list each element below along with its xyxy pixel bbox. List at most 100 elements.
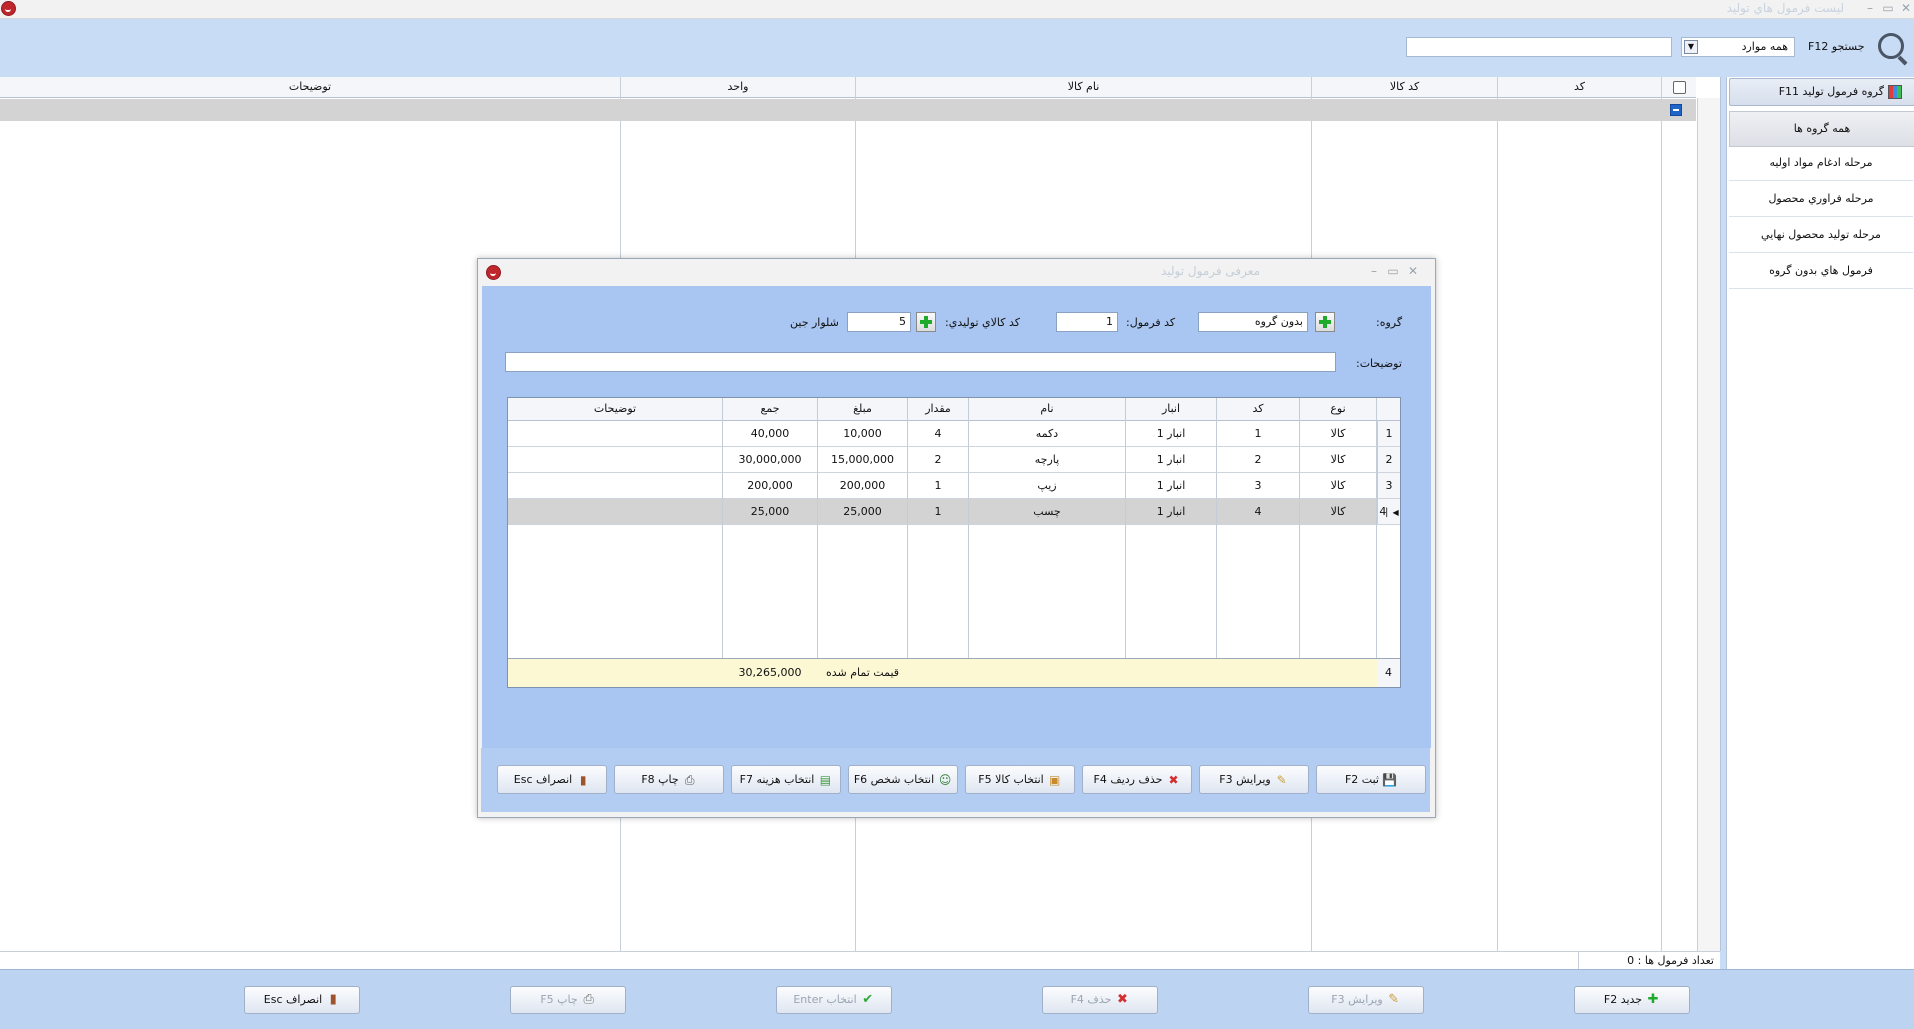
footer-count: 4	[1377, 659, 1400, 687]
column-header-item-name[interactable]: نام کالا	[856, 77, 1311, 98]
status-divider	[1578, 952, 1579, 970]
status-bar: تعداد فرمول ها : 0	[0, 951, 1720, 970]
person-icon: ☺	[938, 773, 952, 787]
dialog-close-icon[interactable]: ✕	[1405, 263, 1421, 279]
footer-total: 30,265,000	[738, 666, 802, 679]
delete-button[interactable]: ✖حذف F4	[1042, 986, 1158, 1014]
maximize-icon[interactable]: ▭	[1880, 0, 1896, 16]
minimize-icon[interactable]: –	[1862, 0, 1878, 16]
formula-items-grid: توضیحات جمع مبلغ مقدار نام انبار کد نوع …	[507, 397, 1401, 688]
add-group-button[interactable]	[1315, 312, 1335, 332]
filter-combo[interactable]: همه موارد ▼	[1681, 37, 1795, 57]
column-divider	[1376, 398, 1377, 687]
filter-row[interactable]	[0, 99, 1696, 121]
printer-icon: ⎙	[583, 992, 594, 1007]
column-divider	[968, 398, 969, 687]
group-header-label: گروه فرمول تولید F11	[1778, 85, 1884, 98]
row-number: 2	[1377, 447, 1400, 472]
grid-icon	[1888, 85, 1902, 99]
close-icon[interactable]: ✕	[1898, 0, 1914, 16]
grid-header-total[interactable]: جمع	[723, 398, 817, 421]
select-cost-button[interactable]: ▤انتخاب هزینه F7	[731, 765, 841, 794]
floppy-icon: 💾	[1382, 773, 1397, 787]
column-divider	[817, 398, 818, 687]
printer-icon: ⎙	[684, 773, 695, 787]
table-row[interactable]: 30,000,000 15,000,000 2 پارچه انبار 1 2 …	[508, 447, 1400, 473]
dialog-logo-icon	[486, 265, 501, 280]
dialog-print-button[interactable]: ⎙چاپ F8	[614, 765, 724, 794]
print-button[interactable]: ⎙چاپ F5	[510, 986, 626, 1014]
grid-header-qty[interactable]: مقدار	[908, 398, 968, 421]
window-title: ليست فرمول هاي توليد	[1726, 1, 1844, 15]
column-divider	[1299, 398, 1300, 687]
select-item-button[interactable]: ▣انتخاب کالا F5	[965, 765, 1075, 794]
product-code-label: کد کالاي توليدي:	[945, 316, 1020, 329]
grid-header-code[interactable]: کد	[1217, 398, 1299, 421]
save-button[interactable]: 💾ثبت F2	[1316, 765, 1426, 794]
formula-code-label: کد فرمول:	[1126, 316, 1176, 329]
column-header-select	[1662, 77, 1696, 98]
row-number: ◀▏4	[1377, 499, 1400, 524]
side-item-final-production[interactable]: مرحله توليد محصول نهايي	[1729, 218, 1913, 253]
dialog-edit-button[interactable]: ✎ویرایش F3	[1199, 765, 1309, 794]
check-icon: ✔	[862, 992, 874, 1007]
row-number: 3	[1377, 473, 1400, 498]
grid-header-price[interactable]: مبلغ	[818, 398, 907, 421]
column-divider	[1497, 77, 1498, 951]
vertical-scrollbar[interactable]	[1697, 98, 1720, 951]
edit-button[interactable]: ✎ویرایش F3	[1308, 986, 1424, 1014]
row-pointer-icon: ◀▏	[1386, 508, 1399, 517]
cancel-button[interactable]: ▮انصراف Esc	[244, 986, 360, 1014]
dialog-minimize-icon[interactable]: –	[1366, 263, 1382, 279]
side-item-raw-merge[interactable]: مرحله ادغام مواد اولیه	[1729, 146, 1913, 181]
dialog-maximize-icon[interactable]: ▭	[1385, 263, 1401, 279]
delete-row-button[interactable]: ✖حذف ردیف F4	[1082, 765, 1192, 794]
side-item-processing[interactable]: مرحله فراوري محصول	[1729, 182, 1913, 217]
formula-code-field[interactable]: 1	[1056, 312, 1118, 332]
column-divider	[1661, 77, 1662, 951]
bottom-toolbar: ✚جدید F2 ✎ویرایش F3 ✖حذف F4 ✔انتخاب Ente…	[0, 969, 1914, 1029]
chevron-down-icon[interactable]: ▼	[1684, 40, 1698, 54]
description-label: توضیحات:	[1356, 357, 1402, 370]
select-button[interactable]: ✔انتخاب Enter	[776, 986, 892, 1014]
grid-header-type[interactable]: نوع	[1300, 398, 1376, 421]
search-icon[interactable]	[1878, 33, 1904, 59]
column-header-unit[interactable]: واحد	[621, 77, 855, 98]
money-icon: ▤	[819, 773, 832, 787]
grid-header-rownum	[1377, 398, 1400, 421]
dialog-cancel-button[interactable]: ▮انصراف Esc	[497, 765, 607, 794]
group-field[interactable]: بدون گروه	[1198, 312, 1308, 332]
grid-header-store[interactable]: انبار	[1126, 398, 1216, 421]
app-logo-icon	[1, 1, 16, 16]
column-header-description[interactable]: توضیحات	[0, 77, 620, 98]
collapse-icon[interactable]	[1670, 104, 1682, 116]
table-row-selected[interactable]: 25,000 25,000 1 چسب انبار 1 4 کالا ◀▏4	[508, 499, 1400, 525]
grid-footer: 30,265,000 قیمت تمام شده 4	[508, 658, 1400, 687]
table-row[interactable]: 200,000 200,000 1 زیپ انبار 1 3 کالا 3	[508, 473, 1400, 499]
grid-header-description[interactable]: توضیحات	[508, 398, 722, 421]
box-icon: ▣	[1049, 773, 1061, 787]
door-exit-icon: ▮	[329, 992, 337, 1007]
product-code-field[interactable]: 5	[847, 312, 911, 332]
side-item-ungrouped[interactable]: فرمول هاي بدون گروه	[1729, 254, 1913, 289]
search-input[interactable]	[1406, 37, 1672, 57]
column-header-item-code[interactable]: کد کالا	[1312, 77, 1497, 98]
select-person-button[interactable]: ☺انتخاب شخص F6	[848, 765, 958, 794]
table-row[interactable]: 40,000 10,000 4 دکمه انبار 1 1 کالا 1	[508, 421, 1400, 447]
search-label: جستجو F12	[1808, 40, 1865, 53]
description-field[interactable]	[505, 352, 1336, 372]
column-header-code[interactable]: کد	[1498, 77, 1661, 98]
select-all-checkbox[interactable]	[1673, 81, 1686, 94]
product-name: شلوار جین	[790, 316, 839, 329]
column-divider	[722, 398, 723, 687]
grid-header-name[interactable]: نام	[969, 398, 1125, 421]
pencil-icon: ✎	[1388, 992, 1400, 1007]
group-label: گروه:	[1376, 316, 1403, 329]
new-button[interactable]: ✚جدید F2	[1574, 986, 1690, 1014]
add-product-button[interactable]	[916, 312, 936, 332]
column-divider	[1216, 398, 1217, 687]
side-item-all-groups[interactable]: همه گروه ها	[1729, 111, 1914, 147]
group-header-button[interactable]: گروه فرمول تولید F11	[1729, 78, 1914, 106]
door-exit-icon: ▮	[579, 773, 587, 787]
column-divider	[1125, 398, 1126, 687]
